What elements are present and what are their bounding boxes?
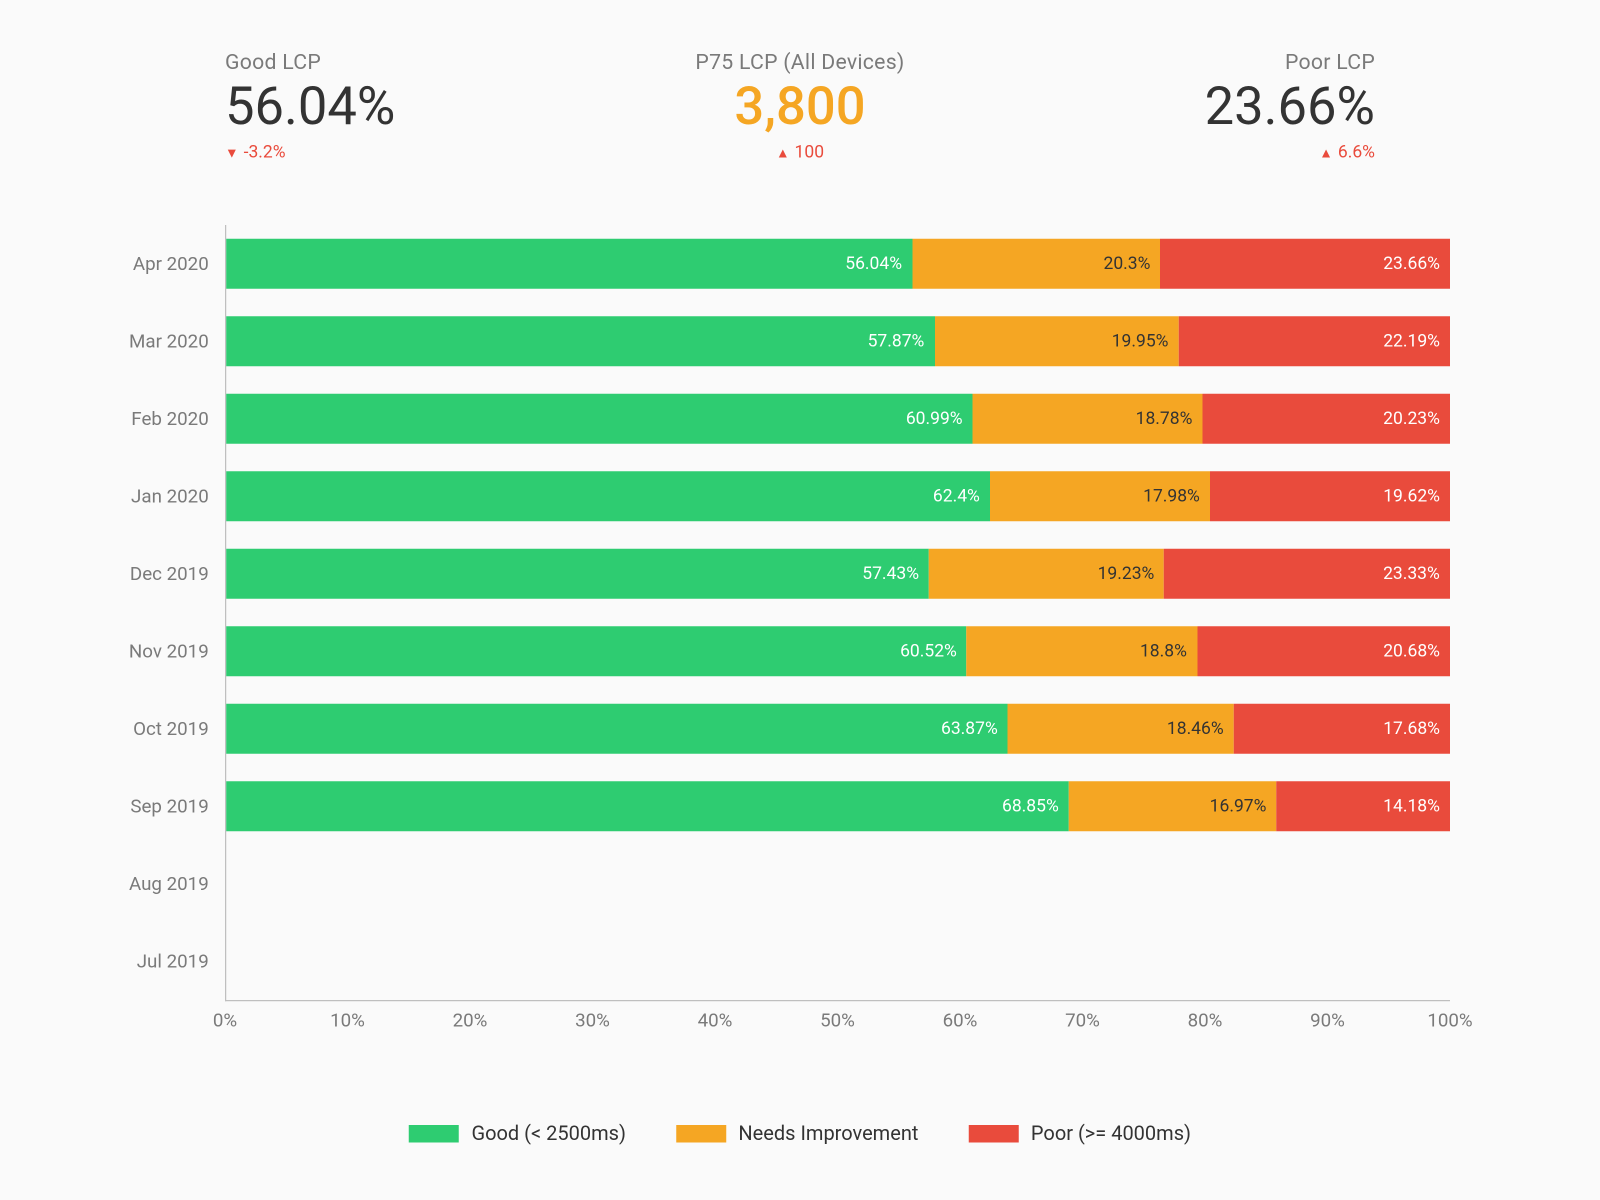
legend-swatch-icon: [409, 1124, 459, 1142]
kpi-good-lcp: Good LCP 56.04% ▼ -3.2%: [225, 50, 475, 163]
chart-row: Feb 202060.99%18.78%20.23%: [226, 394, 1450, 444]
bar-segment-poor: 17.68%: [1234, 704, 1450, 754]
bar-segment-good: 57.43%: [226, 549, 929, 599]
bar-segment-good: 60.99%: [226, 394, 972, 444]
y-axis-label: Jan 2020: [131, 485, 209, 508]
y-axis-label: Mar 2020: [129, 330, 209, 353]
bar-segment-poor: 22.19%: [1178, 316, 1450, 366]
chart-row: Apr 202056.04%20.3%23.66%: [226, 239, 1450, 289]
stacked-bar: 60.99%18.78%20.23%: [226, 394, 1450, 444]
x-axis-tick: 70%: [1065, 1009, 1100, 1032]
x-axis-tick: 80%: [1188, 1009, 1223, 1032]
stacked-bar: 57.43%19.23%23.33%: [226, 549, 1450, 599]
bar-segment-poor: 14.18%: [1276, 781, 1450, 831]
legend-swatch-icon: [968, 1124, 1018, 1142]
x-axis-tick: 90%: [1310, 1009, 1345, 1032]
bar-segment-good: 68.85%: [226, 781, 1069, 831]
bar-segment-needs: 18.46%: [1008, 704, 1234, 754]
chart-row: Jul 2019: [226, 936, 1450, 986]
y-axis-label: Oct 2019: [133, 718, 209, 741]
x-axis-tick: 20%: [453, 1009, 488, 1032]
bar-segment-poor: 20.68%: [1197, 626, 1450, 676]
arrow-down-icon: ▼: [225, 146, 239, 160]
chart-row: Aug 2019: [226, 859, 1450, 909]
kpi-value: 56.04%: [225, 80, 475, 135]
bar-segment-good: 62.4%: [226, 471, 990, 521]
legend-item-poor: Poor (>= 4000ms): [968, 1121, 1191, 1145]
kpi-row: Good LCP 56.04% ▼ -3.2% P75 LCP (All Dev…: [113, 50, 1488, 163]
bar-segment-needs: 18.8%: [967, 626, 1197, 676]
chart-row: Dec 201957.43%19.23%23.33%: [226, 549, 1450, 599]
x-axis-tick: 10%: [330, 1009, 365, 1032]
bar-segment-good: 57.87%: [226, 316, 934, 366]
kpi-poor-lcp: Poor LCP 23.66% ▲ 6.6%: [1125, 50, 1375, 163]
bar-segment-needs: 18.78%: [973, 394, 1203, 444]
bar-segment-poor: 23.33%: [1164, 549, 1449, 599]
kpi-delta: ▲ 100: [776, 143, 824, 163]
kpi-label: Poor LCP: [1125, 50, 1375, 75]
x-axis-tick: 0%: [213, 1009, 237, 1032]
y-axis-label: Feb 2020: [131, 408, 208, 431]
y-axis-label: Sep 2019: [130, 795, 208, 818]
lcp-distribution-chart: Apr 202056.04%20.3%23.66% Mar 202057.87%1…: [225, 225, 1450, 1046]
legend-item-good: Good (< 2500ms): [409, 1121, 626, 1145]
stacked-bar: 68.85%16.97%14.18%: [226, 781, 1450, 831]
stacked-bar: 56.04%20.3%23.66%: [226, 239, 1450, 289]
x-axis-tick: 30%: [575, 1009, 610, 1032]
bar-segment-needs: 17.98%: [990, 471, 1210, 521]
chart-row: Jan 202062.4%17.98%19.62%: [226, 471, 1450, 521]
bar-segment-needs: 19.95%: [934, 316, 1178, 366]
stacked-bar: 62.4%17.98%19.62%: [226, 471, 1450, 521]
kpi-value: 3,800: [675, 80, 925, 135]
stacked-bar: 57.87%19.95%22.19%: [226, 316, 1450, 366]
kpi-label: P75 LCP (All Devices): [675, 50, 925, 75]
arrow-up-icon: ▲: [776, 146, 790, 160]
bar-segment-poor: 20.23%: [1202, 394, 1450, 444]
arrow-up-icon: ▲: [1319, 146, 1333, 160]
kpi-delta-value: 100: [795, 143, 825, 163]
chart-row: Oct 201963.87%18.46%17.68%: [226, 704, 1450, 754]
legend-label: Good (< 2500ms): [471, 1121, 625, 1145]
bar-segment-needs: 20.3%: [912, 239, 1160, 289]
kpi-delta-value: 6.6%: [1338, 143, 1375, 163]
stacked-bar: 63.87%18.46%17.68%: [226, 704, 1450, 754]
kpi-p75-lcp: P75 LCP (All Devices) 3,800 ▲ 100: [675, 50, 925, 163]
legend-label: Poor (>= 4000ms): [1031, 1121, 1191, 1145]
kpi-delta: ▲ 6.6%: [1319, 143, 1375, 163]
chart-row: Sep 201968.85%16.97%14.18%: [226, 781, 1450, 831]
y-axis-label: Jul 2019: [137, 950, 209, 973]
bar-segment-needs: 19.23%: [929, 549, 1164, 599]
bar-segment-good: 60.52%: [226, 626, 967, 676]
chart-row: Mar 202057.87%19.95%22.19%: [226, 316, 1450, 366]
y-axis-label: Aug 2019: [129, 873, 209, 896]
y-axis-label: Dec 2019: [130, 563, 209, 586]
x-axis-tick: 40%: [698, 1009, 733, 1032]
x-axis-tick: 100%: [1427, 1009, 1472, 1032]
bar-segment-needs: 16.97%: [1069, 781, 1277, 831]
y-axis-label: Apr 2020: [133, 253, 209, 276]
chart-plot-area: Apr 202056.04%20.3%23.66% Mar 202057.87%1…: [225, 225, 1450, 1001]
chart-row: Nov 201960.52%18.8%20.68%: [226, 626, 1450, 676]
bar-segment-poor: 23.66%: [1160, 239, 1450, 289]
x-axis: 0%10%20%30%40%50%60%70%80%90%100%: [225, 1009, 1450, 1047]
x-axis-tick: 60%: [943, 1009, 978, 1032]
bar-segment-good: 63.87%: [226, 704, 1008, 754]
stacked-bar: 60.52%18.8%20.68%: [226, 626, 1450, 676]
kpi-delta: ▼ -3.2%: [225, 143, 286, 163]
x-axis-tick: 50%: [820, 1009, 855, 1032]
bar-segment-good: 56.04%: [226, 239, 912, 289]
legend-item-needs: Needs Improvement: [676, 1121, 919, 1145]
legend-swatch-icon: [676, 1124, 726, 1142]
legend-label: Needs Improvement: [738, 1121, 918, 1145]
chart-legend: Good (< 2500ms) Needs Improvement Poor (…: [113, 1121, 1488, 1145]
bar-segment-poor: 19.62%: [1210, 471, 1450, 521]
kpi-label: Good LCP: [225, 50, 475, 75]
kpi-delta-value: -3.2%: [244, 143, 286, 163]
kpi-value: 23.66%: [1125, 80, 1375, 135]
y-axis-label: Nov 2019: [129, 640, 209, 663]
